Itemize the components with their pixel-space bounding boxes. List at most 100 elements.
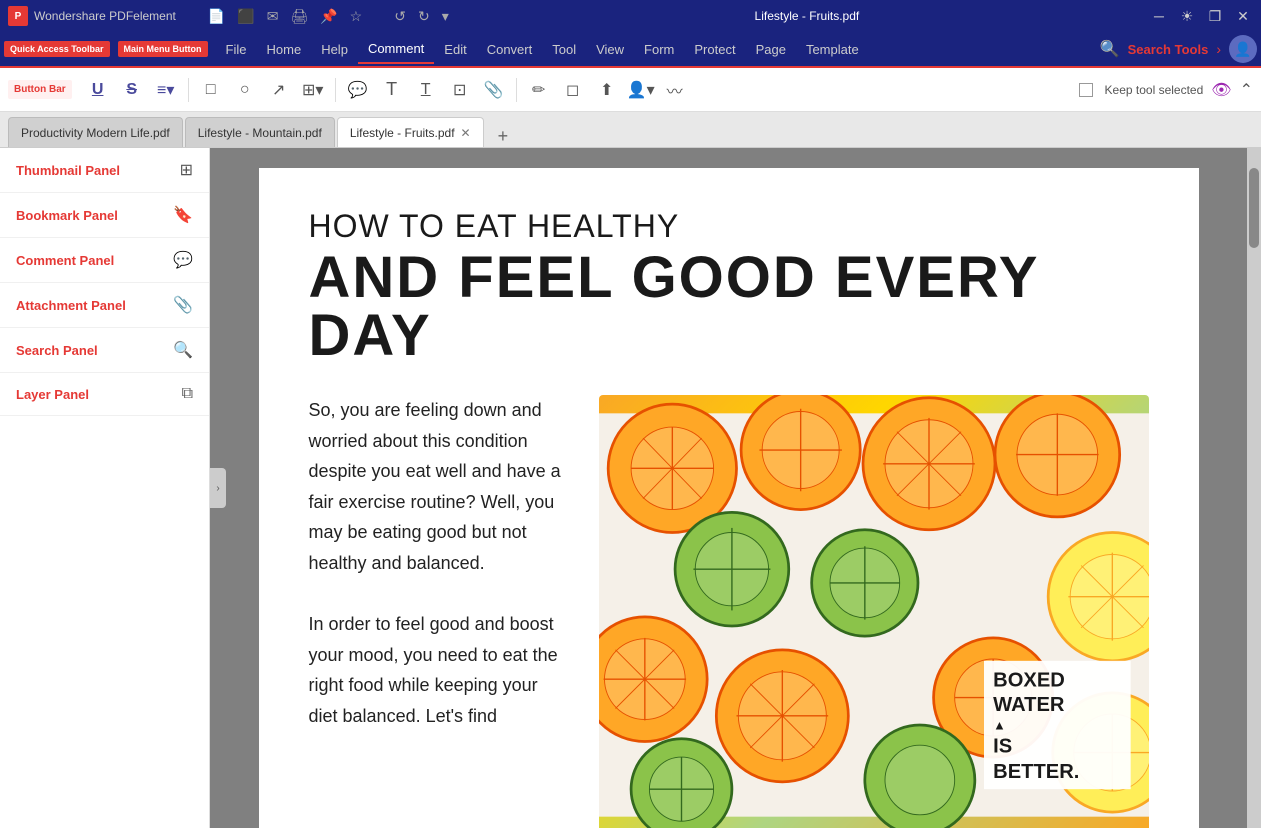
attachment-panel-icon: 📎 [173, 295, 193, 315]
scrollbar[interactable] [1247, 148, 1261, 828]
keep-tool-checkbox[interactable] [1079, 83, 1093, 97]
thumbnail-panel-icon: ⊞ [180, 160, 193, 180]
svg-text:WATER: WATER [993, 694, 1065, 716]
email-icon[interactable]: ✉ [263, 6, 283, 27]
stamp-tool[interactable]: ⬆ [591, 74, 623, 106]
menu-bar: Quick Access Toolbar Main Menu Button Fi… [0, 32, 1261, 68]
keep-tool-label: Keep tool selected [1105, 83, 1204, 97]
strikethrough-tool[interactable]: S [116, 74, 148, 106]
search-panel-label: Search Panel [16, 343, 98, 358]
search-panel-icon: 🔍 [173, 340, 193, 360]
search-tools-label: Search Tools [1128, 42, 1209, 57]
menu-protect[interactable]: Protect [684, 36, 745, 63]
tab-mountain-label: Lifestyle - Mountain.pdf [198, 126, 322, 140]
text-box-tool[interactable]: ⊡ [444, 74, 476, 106]
left-panel: Thumbnail Panel ⊞ Bookmark Panel 🔖 Comme… [0, 148, 210, 828]
close-icon[interactable]: ✕ [1233, 6, 1253, 26]
menu-template[interactable]: Template [796, 36, 869, 63]
dropdown-arrow-icon[interactable]: ▾ [438, 6, 453, 27]
collapse-toolbar-icon[interactable]: ⌃ [1240, 80, 1253, 100]
search-icon-menu[interactable]: 🔍 [1100, 39, 1120, 59]
menu-help[interactable]: Help [311, 36, 358, 63]
title-bar: P Wondershare PDFelement 📄 ⬛ ✉ 🖨 📌 ☆ ↺ ↻… [0, 0, 1261, 32]
svg-text:▲: ▲ [993, 718, 1006, 733]
pdf-content-row: So, you are feeling down and worried abo… [309, 395, 1149, 828]
text-underline-tool[interactable]: T [410, 74, 442, 106]
layer-panel-item[interactable]: Layer Panel ⧉ [0, 373, 209, 416]
pdf-image-column: BOXED WATER ▲ IS BETTER. [599, 395, 1149, 828]
comment-panel-item[interactable]: Comment Panel 💬 [0, 238, 209, 283]
menu-file[interactable]: File [216, 36, 257, 63]
restore-icon[interactable]: ❐ [1205, 6, 1225, 26]
text-tool[interactable]: T [376, 74, 408, 106]
collapse-panel-arrow[interactable]: › [210, 468, 226, 508]
tab-add-icon[interactable]: + [490, 126, 517, 147]
minimize-icon[interactable]: ─ [1149, 6, 1169, 26]
pdf-title-large: AND FEEL GOOD EVERY DAY [309, 249, 1149, 365]
app-icon: P [8, 6, 28, 26]
tab-productivity[interactable]: Productivity Modern Life.pdf [8, 117, 183, 147]
rectangle-tool[interactable]: □ [195, 74, 227, 106]
undo-icon[interactable]: ↺ [390, 6, 410, 27]
menu-page[interactable]: Page [746, 36, 796, 63]
menu-comment[interactable]: Comment [358, 35, 434, 64]
pdf-paragraph-2: In order to feel good and boost your moo… [309, 609, 569, 731]
user-avatar[interactable]: 👤 [1229, 35, 1257, 63]
tab-fruits[interactable]: Lifestyle - Fruits.pdf ✕ [337, 117, 484, 147]
redo-icon[interactable]: ↻ [414, 6, 434, 27]
search-panel-item[interactable]: Search Panel 🔍 [0, 328, 209, 373]
area-tool[interactable]: ⊞▾ [297, 74, 329, 106]
attachment-panel-item[interactable]: Attachment Panel 📎 [0, 283, 209, 328]
eraser-tool[interactable]: ◻ [557, 74, 589, 106]
pdf-title-small: HOW TO EAT HEALTHY [309, 208, 1149, 245]
tab-productivity-label: Productivity Modern Life.pdf [21, 126, 170, 140]
pencil-tool[interactable]: ✏ [523, 74, 555, 106]
bookmark-panel-label: Bookmark Panel [16, 208, 118, 223]
thumbnail-panel-item[interactable]: Thumbnail Panel ⊞ [0, 148, 209, 193]
pdf-area[interactable]: HOW TO EAT HEALTHY AND FEEL GOOD EVERY D… [210, 148, 1247, 828]
light-icon[interactable]: ☀ [1177, 6, 1197, 26]
separator-1 [188, 78, 189, 102]
main-layout: Thumbnail Panel ⊞ Bookmark Panel 🔖 Comme… [0, 148, 1261, 828]
comment-tool[interactable]: 💬 [342, 74, 374, 106]
pin-icon[interactable]: 📌 [316, 6, 341, 27]
scroll-thumb[interactable] [1249, 168, 1259, 248]
doc-title: Lifestyle - Fruits.pdf [465, 9, 1149, 23]
attachment-panel-label: Attachment Panel [16, 298, 126, 313]
arrow-tool[interactable]: ↗ [263, 74, 295, 106]
tab-bar: Productivity Modern Life.pdf Lifestyle -… [0, 112, 1261, 148]
attachment-tool[interactable]: 📎 [478, 74, 510, 106]
star-icon[interactable]: ☆ [346, 6, 367, 27]
menu-form[interactable]: Form [634, 36, 684, 63]
menu-convert[interactable]: Convert [477, 36, 543, 63]
pdf-fruit-image: BOXED WATER ▲ IS BETTER. [599, 395, 1149, 828]
menu-edit[interactable]: Edit [434, 36, 476, 63]
highlight-tool[interactable]: ≡▾ [150, 74, 182, 106]
undo-redo-icons: ↺ ↻ ▾ [390, 6, 453, 27]
fruit-svg: BOXED WATER ▲ IS BETTER. [599, 395, 1149, 828]
eye-preview-icon[interactable]: 👁 [1211, 80, 1231, 100]
svg-text:BOXED: BOXED [993, 670, 1065, 692]
tab-fruits-close-icon[interactable]: ✕ [461, 126, 471, 140]
layer-panel-icon: ⧉ [182, 385, 193, 403]
menu-view[interactable]: View [586, 36, 634, 63]
toolbar-file-icons: 📄 ⬛ ✉ 🖨 📌 ☆ [204, 6, 366, 27]
print-icon[interactable]: 🖨 [286, 6, 312, 27]
measure-tool[interactable]: 〰 [659, 74, 691, 106]
app-name: Wondershare PDFelement [34, 9, 176, 23]
underline-tool[interactable]: U [82, 74, 114, 106]
save-icon[interactable]: ⬛ [233, 6, 258, 27]
pdf-paragraph-1: So, you are feeling down and worried abo… [309, 395, 569, 579]
pdf-page: HOW TO EAT HEALTHY AND FEEL GOOD EVERY D… [259, 168, 1199, 828]
menu-home[interactable]: Home [257, 36, 312, 63]
bookmark-panel-item[interactable]: Bookmark Panel 🔖 [0, 193, 209, 238]
search-tools-arrow-icon[interactable]: › [1216, 41, 1221, 57]
comment-panel-label: Comment Panel [16, 253, 114, 268]
tab-mountain[interactable]: Lifestyle - Mountain.pdf [185, 117, 335, 147]
open-file-icon[interactable]: 📄 [204, 6, 229, 27]
circle-tool[interactable]: ○ [229, 74, 261, 106]
tool-bar-right: Keep tool selected 👁 ⌃ [1079, 80, 1253, 100]
menu-tool[interactable]: Tool [542, 36, 586, 63]
svg-text:IS: IS [993, 736, 1012, 758]
signature-tool[interactable]: 👤▾ [625, 74, 657, 106]
